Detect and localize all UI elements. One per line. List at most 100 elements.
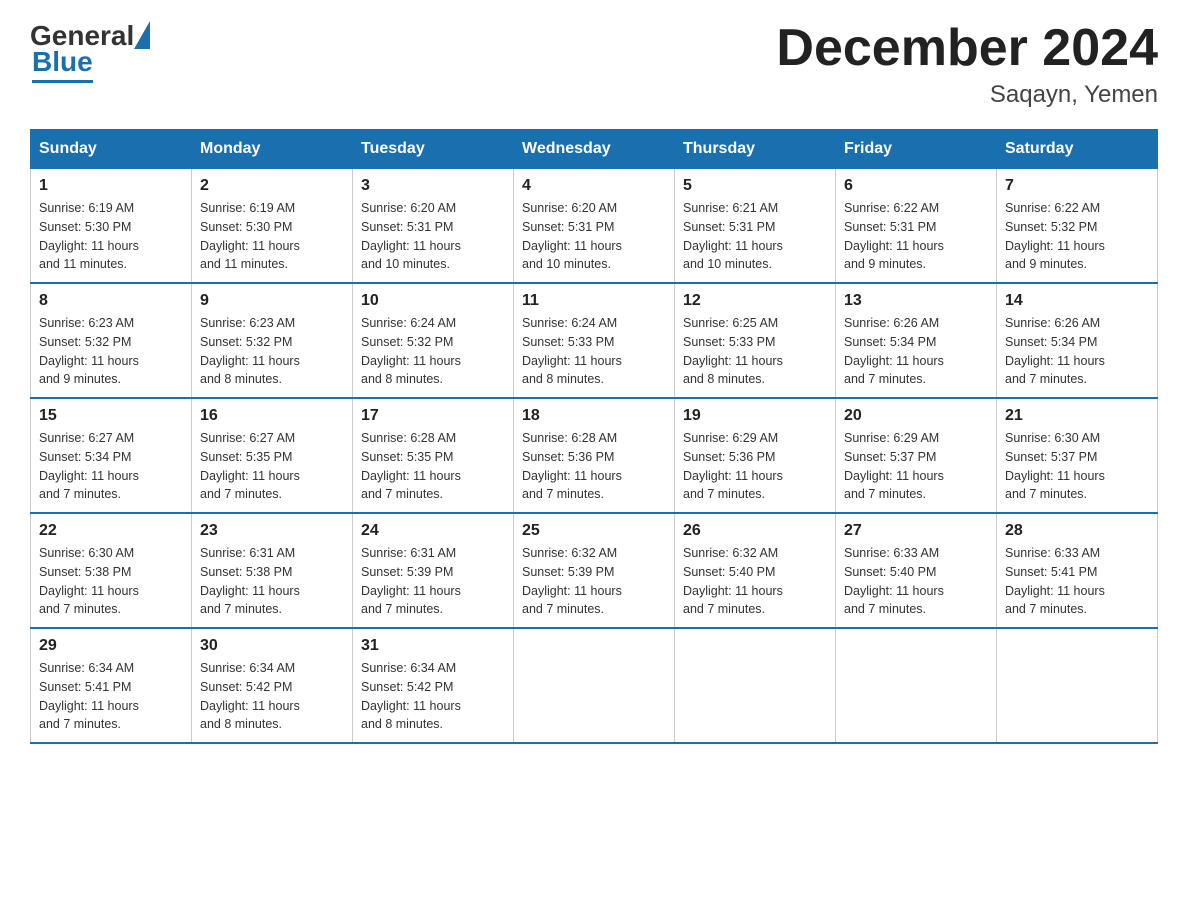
calendar-cell: [514, 628, 675, 743]
calendar-cell: 7 Sunrise: 6:22 AM Sunset: 5:32 PM Dayli…: [997, 169, 1158, 284]
day-info: Sunrise: 6:22 AM Sunset: 5:32 PM Dayligh…: [1005, 199, 1149, 274]
day-number: 31: [361, 637, 505, 655]
day-number: 8: [39, 292, 183, 310]
day-info: Sunrise: 6:33 AM Sunset: 5:40 PM Dayligh…: [844, 544, 988, 619]
calendar-cell: 21 Sunrise: 6:30 AM Sunset: 5:37 PM Dayl…: [997, 398, 1158, 513]
day-info: Sunrise: 6:28 AM Sunset: 5:35 PM Dayligh…: [361, 429, 505, 504]
calendar-cell: 13 Sunrise: 6:26 AM Sunset: 5:34 PM Dayl…: [836, 283, 997, 398]
day-info: Sunrise: 6:32 AM Sunset: 5:40 PM Dayligh…: [683, 544, 827, 619]
day-number: 21: [1005, 407, 1149, 425]
logo-blue-text: Blue: [32, 46, 93, 83]
day-info: Sunrise: 6:33 AM Sunset: 5:41 PM Dayligh…: [1005, 544, 1149, 619]
day-info: Sunrise: 6:23 AM Sunset: 5:32 PM Dayligh…: [200, 314, 344, 389]
day-number: 13: [844, 292, 988, 310]
day-number: 10: [361, 292, 505, 310]
day-number: 20: [844, 407, 988, 425]
day-number: 4: [522, 177, 666, 195]
calendar-cell: 15 Sunrise: 6:27 AM Sunset: 5:34 PM Dayl…: [31, 398, 192, 513]
day-info: Sunrise: 6:25 AM Sunset: 5:33 PM Dayligh…: [683, 314, 827, 389]
column-header-thursday: Thursday: [675, 130, 836, 169]
day-info: Sunrise: 6:32 AM Sunset: 5:39 PM Dayligh…: [522, 544, 666, 619]
day-info: Sunrise: 6:20 AM Sunset: 5:31 PM Dayligh…: [522, 199, 666, 274]
day-number: 17: [361, 407, 505, 425]
day-number: 7: [1005, 177, 1149, 195]
page-header: General Blue December 2024 Saqayn, Yemen: [30, 20, 1158, 109]
calendar-table: SundayMondayTuesdayWednesdayThursdayFrid…: [30, 129, 1158, 744]
day-info: Sunrise: 6:19 AM Sunset: 5:30 PM Dayligh…: [200, 199, 344, 274]
calendar-cell: 19 Sunrise: 6:29 AM Sunset: 5:36 PM Dayl…: [675, 398, 836, 513]
calendar-cell: 4 Sunrise: 6:20 AM Sunset: 5:31 PM Dayli…: [514, 169, 675, 284]
day-number: 26: [683, 522, 827, 540]
calendar-cell: 3 Sunrise: 6:20 AM Sunset: 5:31 PM Dayli…: [353, 169, 514, 284]
day-info: Sunrise: 6:23 AM Sunset: 5:32 PM Dayligh…: [39, 314, 183, 389]
day-info: Sunrise: 6:31 AM Sunset: 5:38 PM Dayligh…: [200, 544, 344, 619]
day-number: 2: [200, 177, 344, 195]
calendar-cell: 30 Sunrise: 6:34 AM Sunset: 5:42 PM Dayl…: [192, 628, 353, 743]
column-header-sunday: Sunday: [31, 130, 192, 169]
day-number: 25: [522, 522, 666, 540]
day-number: 30: [200, 637, 344, 655]
day-info: Sunrise: 6:24 AM Sunset: 5:33 PM Dayligh…: [522, 314, 666, 389]
day-number: 29: [39, 637, 183, 655]
calendar-cell: 23 Sunrise: 6:31 AM Sunset: 5:38 PM Dayl…: [192, 513, 353, 628]
column-header-friday: Friday: [836, 130, 997, 169]
day-info: Sunrise: 6:29 AM Sunset: 5:36 PM Dayligh…: [683, 429, 827, 504]
calendar-week-4: 22 Sunrise: 6:30 AM Sunset: 5:38 PM Dayl…: [31, 513, 1158, 628]
day-number: 28: [1005, 522, 1149, 540]
calendar-cell: 6 Sunrise: 6:22 AM Sunset: 5:31 PM Dayli…: [836, 169, 997, 284]
calendar-cell: 29 Sunrise: 6:34 AM Sunset: 5:41 PM Dayl…: [31, 628, 192, 743]
calendar-cell: 28 Sunrise: 6:33 AM Sunset: 5:41 PM Dayl…: [997, 513, 1158, 628]
calendar-cell: 8 Sunrise: 6:23 AM Sunset: 5:32 PM Dayli…: [31, 283, 192, 398]
day-info: Sunrise: 6:34 AM Sunset: 5:41 PM Dayligh…: [39, 659, 183, 734]
day-info: Sunrise: 6:27 AM Sunset: 5:35 PM Dayligh…: [200, 429, 344, 504]
day-number: 6: [844, 177, 988, 195]
day-number: 27: [844, 522, 988, 540]
day-number: 14: [1005, 292, 1149, 310]
calendar-cell: 17 Sunrise: 6:28 AM Sunset: 5:35 PM Dayl…: [353, 398, 514, 513]
day-number: 1: [39, 177, 183, 195]
calendar-cell: 16 Sunrise: 6:27 AM Sunset: 5:35 PM Dayl…: [192, 398, 353, 513]
day-number: 23: [200, 522, 344, 540]
calendar-body: 1 Sunrise: 6:19 AM Sunset: 5:30 PM Dayli…: [31, 169, 1158, 744]
day-number: 16: [200, 407, 344, 425]
day-info: Sunrise: 6:27 AM Sunset: 5:34 PM Dayligh…: [39, 429, 183, 504]
calendar-cell: 10 Sunrise: 6:24 AM Sunset: 5:32 PM Dayl…: [353, 283, 514, 398]
calendar-cell: 5 Sunrise: 6:21 AM Sunset: 5:31 PM Dayli…: [675, 169, 836, 284]
day-number: 22: [39, 522, 183, 540]
day-info: Sunrise: 6:34 AM Sunset: 5:42 PM Dayligh…: [361, 659, 505, 734]
day-info: Sunrise: 6:20 AM Sunset: 5:31 PM Dayligh…: [361, 199, 505, 274]
calendar-week-5: 29 Sunrise: 6:34 AM Sunset: 5:41 PM Dayl…: [31, 628, 1158, 743]
day-info: Sunrise: 6:21 AM Sunset: 5:31 PM Dayligh…: [683, 199, 827, 274]
day-info: Sunrise: 6:30 AM Sunset: 5:38 PM Dayligh…: [39, 544, 183, 619]
calendar-cell: 9 Sunrise: 6:23 AM Sunset: 5:32 PM Dayli…: [192, 283, 353, 398]
calendar-cell: [675, 628, 836, 743]
day-info: Sunrise: 6:24 AM Sunset: 5:32 PM Dayligh…: [361, 314, 505, 389]
day-info: Sunrise: 6:19 AM Sunset: 5:30 PM Dayligh…: [39, 199, 183, 274]
day-info: Sunrise: 6:22 AM Sunset: 5:31 PM Dayligh…: [844, 199, 988, 274]
day-info: Sunrise: 6:30 AM Sunset: 5:37 PM Dayligh…: [1005, 429, 1149, 504]
day-info: Sunrise: 6:26 AM Sunset: 5:34 PM Dayligh…: [1005, 314, 1149, 389]
calendar-cell: [997, 628, 1158, 743]
day-number: 9: [200, 292, 344, 310]
logo-triangle-icon: [134, 21, 150, 49]
day-info: Sunrise: 6:31 AM Sunset: 5:39 PM Dayligh…: [361, 544, 505, 619]
calendar-week-1: 1 Sunrise: 6:19 AM Sunset: 5:30 PM Dayli…: [31, 169, 1158, 284]
column-header-saturday: Saturday: [997, 130, 1158, 169]
calendar-cell: 22 Sunrise: 6:30 AM Sunset: 5:38 PM Dayl…: [31, 513, 192, 628]
calendar-cell: 27 Sunrise: 6:33 AM Sunset: 5:40 PM Dayl…: [836, 513, 997, 628]
calendar-header-row: SundayMondayTuesdayWednesdayThursdayFrid…: [31, 130, 1158, 169]
column-header-tuesday: Tuesday: [353, 130, 514, 169]
calendar-cell: 26 Sunrise: 6:32 AM Sunset: 5:40 PM Dayl…: [675, 513, 836, 628]
day-number: 12: [683, 292, 827, 310]
day-info: Sunrise: 6:28 AM Sunset: 5:36 PM Dayligh…: [522, 429, 666, 504]
column-header-wednesday: Wednesday: [514, 130, 675, 169]
calendar-cell: 12 Sunrise: 6:25 AM Sunset: 5:33 PM Dayl…: [675, 283, 836, 398]
title-block: December 2024 Saqayn, Yemen: [776, 20, 1158, 109]
calendar-week-3: 15 Sunrise: 6:27 AM Sunset: 5:34 PM Dayl…: [31, 398, 1158, 513]
logo: General Blue: [30, 20, 150, 83]
calendar-cell: 11 Sunrise: 6:24 AM Sunset: 5:33 PM Dayl…: [514, 283, 675, 398]
day-number: 18: [522, 407, 666, 425]
calendar-cell: 20 Sunrise: 6:29 AM Sunset: 5:37 PM Dayl…: [836, 398, 997, 513]
day-number: 5: [683, 177, 827, 195]
day-number: 19: [683, 407, 827, 425]
